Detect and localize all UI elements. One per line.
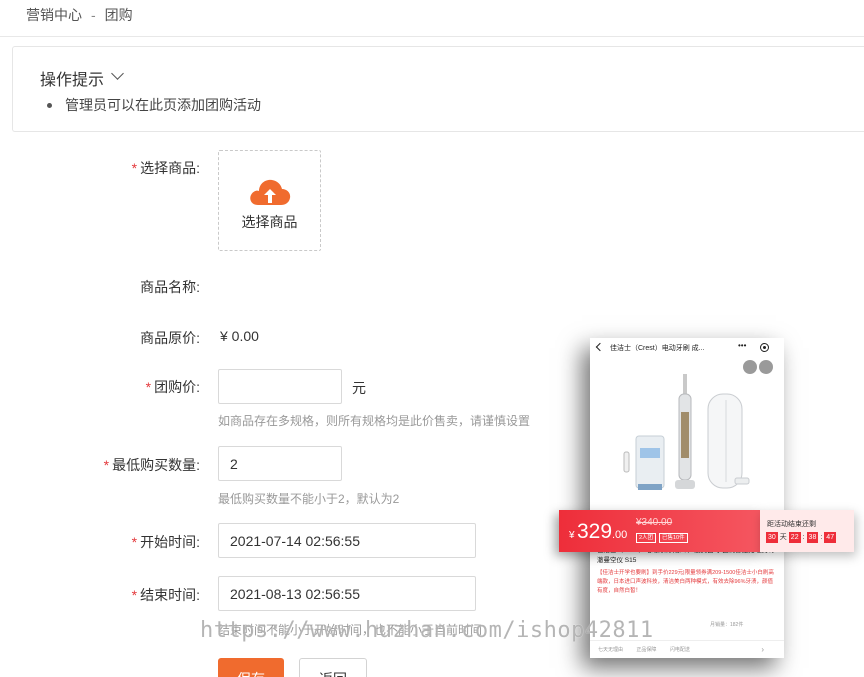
tips-panel: 操作提示 管理员可以在此页添加团购活动 [12,46,864,132]
countdown-days: 30 [766,532,778,543]
original-price: ¥340.00 [636,517,673,528]
original-price-value: ¥ 0.00 [220,328,259,344]
required-mark: * [103,457,110,473]
min-qty-hint: 最低购买数量不能小于2，默认为2 [218,492,400,506]
countdown-panel: 距活动结束还剩 30 天 22:38:47 [760,510,854,552]
required-mark: * [145,379,152,395]
target-icon [760,343,769,352]
min-qty-input[interactable] [218,446,342,481]
countdown-minutes: 38 [806,532,819,543]
price-currency: ¥ [569,530,575,541]
tips-item: 管理员可以在此页添加团购活动 [65,97,261,113]
service-item: 七天无理由 [598,647,624,653]
start-time-input[interactable] [218,523,476,558]
preview-info: 佳洁士（Crest）电动牙刷 成人 声波美白 小白刷智能充电式 净澈曼空仪 S1… [590,546,784,596]
end-time-label: * 结束时间: [131,587,200,603]
original-price-label: 商品原价: [140,330,200,346]
group-price-unit: 元 [352,380,366,396]
product-name-label: 商品名称: [140,279,200,295]
preview-sales: 月销量：182件 [710,622,744,628]
breadcrumb-parent[interactable]: 营销中心 [26,7,82,23]
watermark: https://www.huzhan.com/ishop42811 [200,618,654,643]
countdown-seconds: 47 [824,532,837,543]
back-arrow-icon [595,342,605,352]
group-price: 329 [577,520,613,543]
start-time-label: * 开始时间: [131,534,200,550]
preview-header: 佳洁士（Crest）电动牙刷 成... ••• [590,338,784,358]
preview-price-band: ¥ 329 .00 ¥340.00 2人团 已售10件 [559,510,765,552]
service-item: 正品保障 [636,647,657,653]
group-price-hint: 如商品存在多规格，则所有规格均是此价售卖，请谨慎设置 [218,414,531,428]
chevron-right-icon: › [761,645,764,654]
favorite-icon [759,360,773,374]
sold-count-badge: 已售10件 [659,533,688,543]
countdown-label: 距活动结束还剩 [767,521,816,528]
select-product-text: 选择商品 [241,214,298,230]
breadcrumb-separator: - [91,7,96,23]
required-mark: * [131,534,138,550]
save-button[interactable]: 保存 [218,658,284,677]
more-icon: ••• [738,341,747,350]
required-mark: * [131,160,138,176]
preview-title: 佳洁士（Crest）电动牙刷 成... [610,345,705,352]
product-image [623,374,750,490]
group-price-input[interactable] [218,369,342,404]
select-product-button[interactable]: 选择商品 [218,150,321,251]
required-mark: * [131,587,138,603]
preview-product-desc: 【佳洁士开学也要刷】到手价229元|限量领券满209-1500佳洁士小白刷高端款… [597,570,774,594]
service-item: 闪电配送 [669,647,690,653]
breadcrumb-current: 团购 [104,7,133,23]
bullet-icon [47,103,52,108]
min-qty-label: * 最低购买数量: [103,457,200,473]
product-label: * 选择商品: [131,160,200,176]
back-button[interactable]: 返回 [299,658,367,677]
group-price-label: * 团购价: [145,379,200,395]
group-price-decimal: .00 [612,529,628,541]
header-divider [0,36,864,37]
countdown-timer: 30 天 22:38:47 [766,532,837,543]
tips-title[interactable]: 操作提示 [40,66,104,90]
group-size-badge: 2人团 [636,533,657,543]
breadcrumb: 营销中心 - 团购 [26,5,133,25]
mobile-preview: 佳洁士（Crest）电动牙刷 成... ••• 佳洁士（Crest）电动牙刷 成… [590,338,784,658]
end-time-input[interactable] [218,576,476,611]
countdown-hours: 22 [788,532,801,543]
chevron-down-icon[interactable] [111,67,124,80]
cloud-upload-icon [250,179,291,205]
